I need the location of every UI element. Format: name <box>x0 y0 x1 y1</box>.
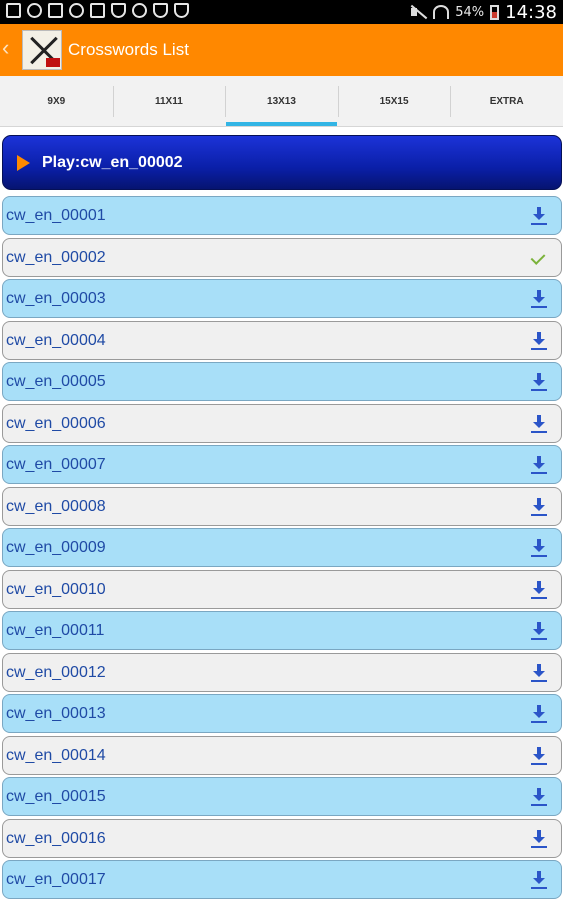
download-icon[interactable] <box>531 539 547 557</box>
list-item[interactable]: cw_en_00004 <box>2 320 562 360</box>
list-item-label: cw_en_00017 <box>6 871 106 888</box>
image-icon <box>48 3 63 18</box>
list-item-label: cw_en_00006 <box>6 414 106 432</box>
list-item[interactable]: cw_en_00009 <box>2 528 562 567</box>
list-item[interactable]: cw_en_00005 <box>2 362 562 401</box>
app-logo[interactable] <box>22 30 62 70</box>
tab-15x15[interactable]: 15X15 <box>337 76 451 126</box>
list-item[interactable]: cw_en_00017 <box>2 860 562 899</box>
play-icon <box>17 155 30 171</box>
list-item-label: cw_en_00013 <box>6 705 106 722</box>
list-item[interactable]: cw_en_00011 <box>2 611 562 650</box>
list-item-label: cw_en_00005 <box>6 373 106 390</box>
list-item[interactable]: cw_en_00014 <box>2 735 562 775</box>
download-icon[interactable] <box>531 705 547 723</box>
list-item-label: cw_en_00016 <box>6 829 106 847</box>
music-icon <box>69 3 84 18</box>
message-icon <box>90 3 105 18</box>
download-icon[interactable] <box>531 456 547 474</box>
download-icon[interactable] <box>531 622 547 640</box>
download-icon[interactable] <box>531 788 547 806</box>
list-item[interactable]: cw_en_00007 <box>2 445 562 484</box>
status-bar: 54% 14:38 <box>0 0 563 24</box>
battery-icon <box>490 4 500 20</box>
alarm-icon <box>132 3 147 18</box>
list-item-label: cw_en_00002 <box>6 248 106 266</box>
shield-icon <box>153 3 168 18</box>
shield-icon <box>174 3 189 18</box>
clock: 14:38 <box>505 1 557 23</box>
action-bar: ‹ Crosswords List <box>0 24 563 76</box>
list-item[interactable]: cw_en_00006 <box>2 403 562 443</box>
play-button-label: Play:cw_en_00002 <box>42 154 183 171</box>
tab-13x13[interactable]: 13X13 <box>225 76 338 126</box>
download-icon[interactable] <box>531 580 547 599</box>
list-item[interactable]: cw_en_00012 <box>2 652 562 692</box>
download-icon[interactable] <box>531 497 547 516</box>
list-item-label: cw_en_00004 <box>6 331 106 349</box>
screen-icon <box>6 3 21 18</box>
list-item-label: cw_en_00012 <box>6 663 106 681</box>
list-item[interactable]: cw_en_00002 <box>2 237 562 277</box>
check-icon <box>531 249 547 267</box>
list-item-label: cw_en_00007 <box>6 456 106 473</box>
download-icon[interactable] <box>531 414 547 433</box>
download-icon[interactable] <box>531 331 547 350</box>
mute-icon <box>409 5 427 19</box>
notification-icons <box>6 3 189 18</box>
play-button[interactable]: Play:cw_en_00002 <box>2 135 562 190</box>
list-item-label: cw_en_00011 <box>6 622 105 639</box>
size-tabs: 9X9 11X11 13X13 15X15 EXTRA <box>0 76 563 127</box>
back-chevron-icon[interactable]: ‹ <box>2 36 16 60</box>
shield-icon <box>111 3 126 18</box>
download-icon[interactable] <box>531 290 547 308</box>
system-icons: 54% 14:38 <box>409 0 557 24</box>
tab-extra[interactable]: EXTRA <box>450 76 563 126</box>
download-icon[interactable] <box>531 746 547 765</box>
list-item[interactable]: cw_en_00001 <box>2 196 562 235</box>
download-icon[interactable] <box>531 373 547 391</box>
crossword-list: cw_en_00001 cw_en_00002 cw_en_00003 cw_e… <box>2 196 562 900</box>
list-item[interactable]: cw_en_00003 <box>2 279 562 318</box>
list-item-label: cw_en_00001 <box>6 207 106 224</box>
list-item-label: cw_en_00015 <box>6 788 106 805</box>
download-icon[interactable] <box>531 829 547 848</box>
list-item-label: cw_en_00008 <box>6 497 106 515</box>
download-icon[interactable] <box>531 871 547 889</box>
usb-icon <box>27 3 42 18</box>
list-item[interactable]: cw_en_00016 <box>2 818 562 858</box>
list-item-label: cw_en_00003 <box>6 290 106 307</box>
tab-11x11[interactable]: 11X11 <box>112 76 226 126</box>
list-item-label: cw_en_00014 <box>6 746 106 764</box>
battery-percent: 54% <box>455 4 485 20</box>
download-icon[interactable] <box>531 663 547 682</box>
list-item[interactable]: cw_en_00013 <box>2 694 562 733</box>
list-item-label: cw_en_00010 <box>6 580 106 598</box>
list-item-label: cw_en_00009 <box>6 539 106 556</box>
list-item[interactable]: cw_en_00008 <box>2 486 562 526</box>
download-icon[interactable] <box>531 207 547 225</box>
wifi-icon <box>433 5 450 19</box>
tab-9x9[interactable]: 9X9 <box>0 76 113 126</box>
list-item[interactable]: cw_en_00010 <box>2 569 562 609</box>
list-item[interactable]: cw_en_00015 <box>2 777 562 816</box>
page-title: Crosswords List <box>68 40 189 59</box>
